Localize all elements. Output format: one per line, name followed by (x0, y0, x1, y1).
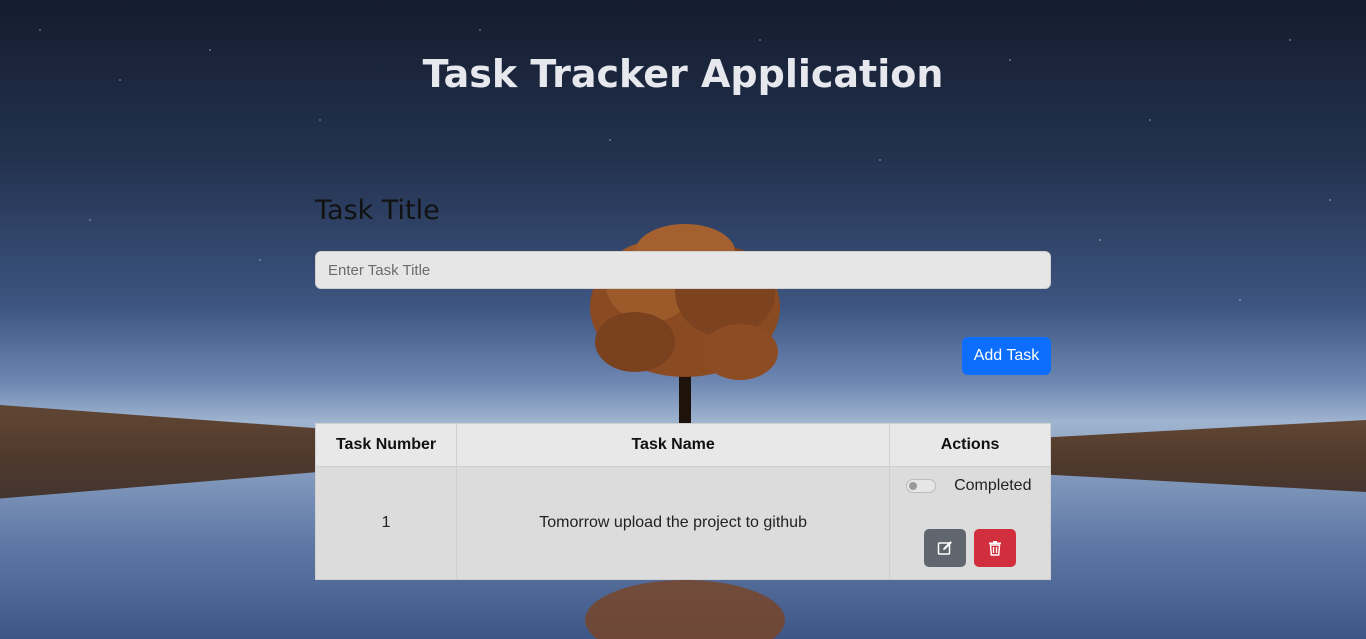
task-number-cell: 1 (314, 466, 458, 580)
trash-icon (989, 541, 1002, 556)
toggle-knob (909, 482, 918, 490)
add-task-button[interactable]: Add Task (962, 337, 1051, 375)
header-task-number: Task Number (314, 423, 458, 467)
completed-toggle-row: Completed (906, 477, 1031, 495)
task-title-label: Task Title (315, 195, 440, 226)
edit-icon (937, 541, 953, 555)
table-header-row: Task Number Task Name Actions (314, 423, 1051, 467)
task-table: Task Number Task Name Actions 1 Tomorrow… (314, 423, 1051, 580)
task-form: Task Title Add Task Task Number Task Nam… (314, 190, 1051, 580)
header-task-name: Task Name (456, 423, 891, 467)
task-actions-cell: Completed (889, 466, 1051, 580)
table-row: 1 Tomorrow upload the project to github … (314, 466, 1051, 580)
header-actions: Actions (889, 423, 1051, 467)
edit-task-button[interactable] (924, 529, 967, 567)
task-name-cell: Tomorrow upload the project to github (456, 466, 891, 580)
page-title: Task Tracker Application (422, 52, 944, 96)
task-title-input[interactable] (315, 251, 1051, 289)
task-action-buttons (924, 529, 1017, 567)
background-shore-right (1036, 420, 1366, 492)
completed-toggle[interactable] (906, 479, 937, 493)
background-tree-reflection (585, 575, 785, 639)
completed-label: Completed (954, 477, 1032, 494)
delete-task-button[interactable] (974, 529, 1017, 567)
background-shore-left (0, 405, 330, 499)
